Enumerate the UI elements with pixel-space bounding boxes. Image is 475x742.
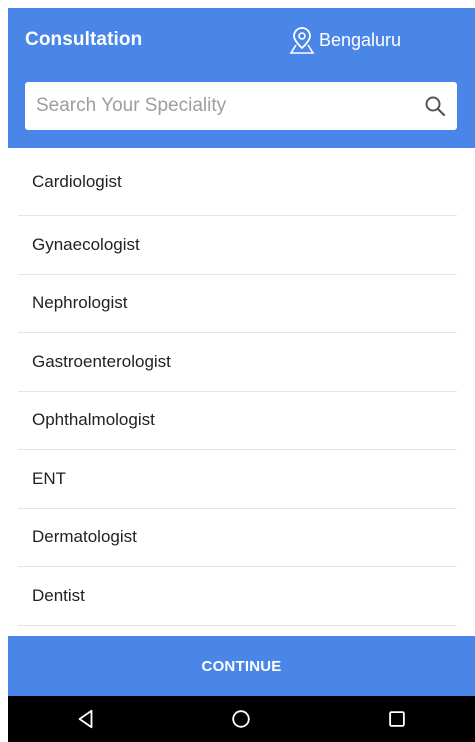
search-input[interactable] [25, 82, 415, 130]
location-name: Bengaluru [319, 29, 402, 50]
speciality-list: Cardiologist Gynaecologist Nephrologist … [8, 148, 475, 636]
list-item-gynaecologist[interactable]: Gynaecologist [18, 216, 457, 275]
top-margin [0, 0, 475, 8]
location-pin-icon [288, 25, 316, 55]
location-selector[interactable]: Bengaluru [288, 24, 401, 56]
list-item-label: Gastroenterologist [32, 351, 171, 371]
list-item-label: Gynaecologist [32, 234, 140, 254]
search-icon[interactable] [423, 94, 447, 118]
list-item-label: Ophthalmologist [32, 410, 155, 430]
list-item-label: ENT [32, 468, 66, 488]
list-item-nephrologist[interactable]: Nephrologist [18, 275, 457, 333]
home-circle-icon [232, 710, 251, 728]
list-item-ent[interactable]: ENT [18, 450, 457, 509]
recents-square-icon [389, 711, 405, 727]
list-item-cardiologist[interactable]: Cardiologist [18, 148, 457, 216]
android-navigation-bar [8, 696, 475, 742]
back-triangle-icon [78, 709, 93, 729]
list-item-label: Cardiologist [32, 171, 122, 191]
list-item-dentist[interactable]: Dentist [18, 567, 457, 626]
list-item-label: Dentist [32, 585, 85, 605]
list-item-gastroenterologist[interactable]: Gastroenterologist [18, 333, 457, 392]
recents-button[interactable] [377, 699, 417, 739]
search-bar[interactable] [25, 82, 457, 130]
list-item-label: Dermatologist [32, 527, 137, 547]
home-button[interactable] [221, 699, 261, 739]
list-item-label: Nephrologist [32, 293, 128, 313]
list-item-ophthalmologist[interactable]: Ophthalmologist [18, 392, 457, 450]
continue-button[interactable]: CONTINUE [8, 636, 475, 696]
app-header: Consultation Bengaluru [8, 8, 475, 148]
list-item-dermatologist[interactable]: Dermatologist [18, 509, 457, 567]
page-title: Consultation [25, 29, 143, 50]
back-button[interactable] [66, 699, 106, 739]
